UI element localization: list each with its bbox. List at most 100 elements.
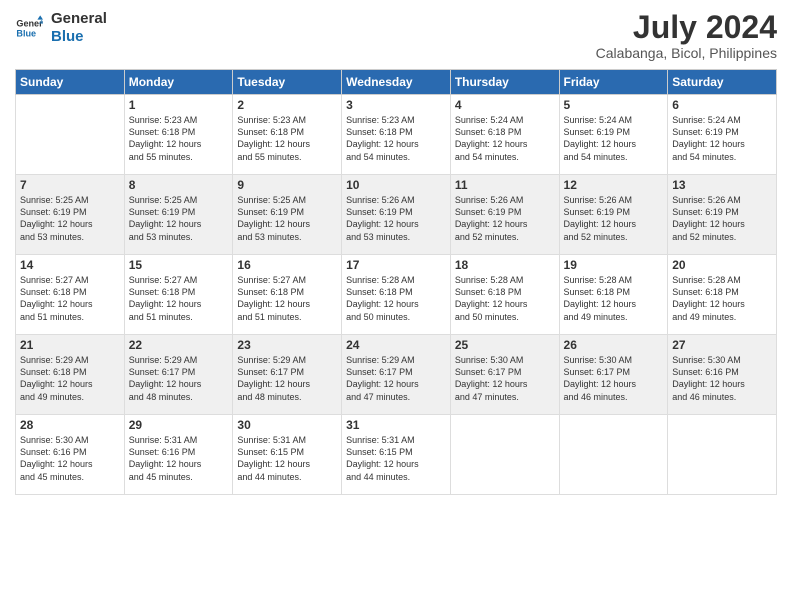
day-info: Sunrise: 5:29 AMSunset: 6:17 PMDaylight:… [129,354,229,403]
day-number: 3 [346,98,446,112]
table-row: 9 Sunrise: 5:25 AMSunset: 6:19 PMDayligh… [233,175,342,255]
day-number: 28 [20,418,120,432]
month-year: July 2024 [596,10,777,45]
table-row: 5 Sunrise: 5:24 AMSunset: 6:19 PMDayligh… [559,95,668,175]
day-number: 21 [20,338,120,352]
col-wednesday: Wednesday [342,70,451,95]
day-number: 9 [237,178,337,192]
day-number: 30 [237,418,337,432]
table-row: 4 Sunrise: 5:24 AMSunset: 6:18 PMDayligh… [450,95,559,175]
day-info: Sunrise: 5:30 AMSunset: 6:16 PMDaylight:… [672,354,772,403]
table-row: 8 Sunrise: 5:25 AMSunset: 6:19 PMDayligh… [124,175,233,255]
table-row: 22 Sunrise: 5:29 AMSunset: 6:17 PMDaylig… [124,335,233,415]
day-info: Sunrise: 5:24 AMSunset: 6:19 PMDaylight:… [672,114,772,163]
day-number: 20 [672,258,772,272]
day-number: 6 [672,98,772,112]
day-number: 29 [129,418,229,432]
table-row: 13 Sunrise: 5:26 AMSunset: 6:19 PMDaylig… [668,175,777,255]
day-number: 7 [20,178,120,192]
table-row: 16 Sunrise: 5:27 AMSunset: 6:18 PMDaylig… [233,255,342,335]
day-info: Sunrise: 5:27 AMSunset: 6:18 PMDaylight:… [237,274,337,323]
calendar-page: General Blue GeneralBlue July 2024 Calab… [0,0,792,612]
day-info: Sunrise: 5:25 AMSunset: 6:19 PMDaylight:… [129,194,229,243]
table-row: 28 Sunrise: 5:30 AMSunset: 6:16 PMDaylig… [16,415,125,495]
day-number: 12 [564,178,664,192]
col-tuesday: Tuesday [233,70,342,95]
location: Calabanga, Bicol, Philippines [596,45,777,61]
logo-text: GeneralBlue [51,10,107,46]
title-section: July 2024 Calabanga, Bicol, Philippines [596,10,777,61]
table-row: 12 Sunrise: 5:26 AMSunset: 6:19 PMDaylig… [559,175,668,255]
calendar-table: Sunday Monday Tuesday Wednesday Thursday… [15,69,777,495]
table-row: 30 Sunrise: 5:31 AMSunset: 6:15 PMDaylig… [233,415,342,495]
col-saturday: Saturday [668,70,777,95]
day-info: Sunrise: 5:23 AMSunset: 6:18 PMDaylight:… [346,114,446,163]
day-number: 25 [455,338,555,352]
day-info: Sunrise: 5:23 AMSunset: 6:18 PMDaylight:… [129,114,229,163]
table-row: 18 Sunrise: 5:28 AMSunset: 6:18 PMDaylig… [450,255,559,335]
day-number: 18 [455,258,555,272]
col-sunday: Sunday [16,70,125,95]
day-info: Sunrise: 5:28 AMSunset: 6:18 PMDaylight:… [672,274,772,323]
logo: General Blue GeneralBlue [15,10,107,46]
table-row: 31 Sunrise: 5:31 AMSunset: 6:15 PMDaylig… [342,415,451,495]
day-number: 14 [20,258,120,272]
day-number: 8 [129,178,229,192]
svg-text:Blue: Blue [16,28,36,38]
day-info: Sunrise: 5:27 AMSunset: 6:18 PMDaylight:… [20,274,120,323]
table-row: 10 Sunrise: 5:26 AMSunset: 6:19 PMDaylig… [342,175,451,255]
day-info: Sunrise: 5:26 AMSunset: 6:19 PMDaylight:… [455,194,555,243]
table-row [559,415,668,495]
day-number: 13 [672,178,772,192]
col-monday: Monday [124,70,233,95]
table-row [450,415,559,495]
day-info: Sunrise: 5:24 AMSunset: 6:18 PMDaylight:… [455,114,555,163]
day-info: Sunrise: 5:25 AMSunset: 6:19 PMDaylight:… [20,194,120,243]
day-number: 1 [129,98,229,112]
day-info: Sunrise: 5:30 AMSunset: 6:17 PMDaylight:… [564,354,664,403]
logo-icon: General Blue [15,14,43,42]
table-row: 3 Sunrise: 5:23 AMSunset: 6:18 PMDayligh… [342,95,451,175]
day-number: 19 [564,258,664,272]
table-row: 21 Sunrise: 5:29 AMSunset: 6:18 PMDaylig… [16,335,125,415]
day-number: 26 [564,338,664,352]
day-info: Sunrise: 5:29 AMSunset: 6:18 PMDaylight:… [20,354,120,403]
table-row [16,95,125,175]
day-info: Sunrise: 5:24 AMSunset: 6:19 PMDaylight:… [564,114,664,163]
calendar-week-3: 14 Sunrise: 5:27 AMSunset: 6:18 PMDaylig… [16,255,777,335]
day-number: 23 [237,338,337,352]
day-info: Sunrise: 5:30 AMSunset: 6:16 PMDaylight:… [20,434,120,483]
day-number: 4 [455,98,555,112]
day-number: 5 [564,98,664,112]
table-row: 25 Sunrise: 5:30 AMSunset: 6:17 PMDaylig… [450,335,559,415]
table-row: 19 Sunrise: 5:28 AMSunset: 6:18 PMDaylig… [559,255,668,335]
calendar-week-1: 1 Sunrise: 5:23 AMSunset: 6:18 PMDayligh… [16,95,777,175]
day-number: 15 [129,258,229,272]
day-number: 17 [346,258,446,272]
table-row: 6 Sunrise: 5:24 AMSunset: 6:19 PMDayligh… [668,95,777,175]
day-info: Sunrise: 5:25 AMSunset: 6:19 PMDaylight:… [237,194,337,243]
table-row: 17 Sunrise: 5:28 AMSunset: 6:18 PMDaylig… [342,255,451,335]
day-info: Sunrise: 5:29 AMSunset: 6:17 PMDaylight:… [237,354,337,403]
day-info: Sunrise: 5:28 AMSunset: 6:18 PMDaylight:… [564,274,664,323]
day-number: 11 [455,178,555,192]
table-row: 20 Sunrise: 5:28 AMSunset: 6:18 PMDaylig… [668,255,777,335]
day-info: Sunrise: 5:29 AMSunset: 6:17 PMDaylight:… [346,354,446,403]
table-row: 14 Sunrise: 5:27 AMSunset: 6:18 PMDaylig… [16,255,125,335]
table-row: 26 Sunrise: 5:30 AMSunset: 6:17 PMDaylig… [559,335,668,415]
day-number: 10 [346,178,446,192]
calendar-week-4: 21 Sunrise: 5:29 AMSunset: 6:18 PMDaylig… [16,335,777,415]
calendar-week-5: 28 Sunrise: 5:30 AMSunset: 6:16 PMDaylig… [16,415,777,495]
day-info: Sunrise: 5:31 AMSunset: 6:15 PMDaylight:… [237,434,337,483]
table-row: 11 Sunrise: 5:26 AMSunset: 6:19 PMDaylig… [450,175,559,255]
col-thursday: Thursday [450,70,559,95]
table-row: 23 Sunrise: 5:29 AMSunset: 6:17 PMDaylig… [233,335,342,415]
table-row [668,415,777,495]
day-info: Sunrise: 5:31 AMSunset: 6:16 PMDaylight:… [129,434,229,483]
day-info: Sunrise: 5:31 AMSunset: 6:15 PMDaylight:… [346,434,446,483]
table-row: 29 Sunrise: 5:31 AMSunset: 6:16 PMDaylig… [124,415,233,495]
day-info: Sunrise: 5:28 AMSunset: 6:18 PMDaylight:… [455,274,555,323]
table-row: 7 Sunrise: 5:25 AMSunset: 6:19 PMDayligh… [16,175,125,255]
col-friday: Friday [559,70,668,95]
day-number: 2 [237,98,337,112]
